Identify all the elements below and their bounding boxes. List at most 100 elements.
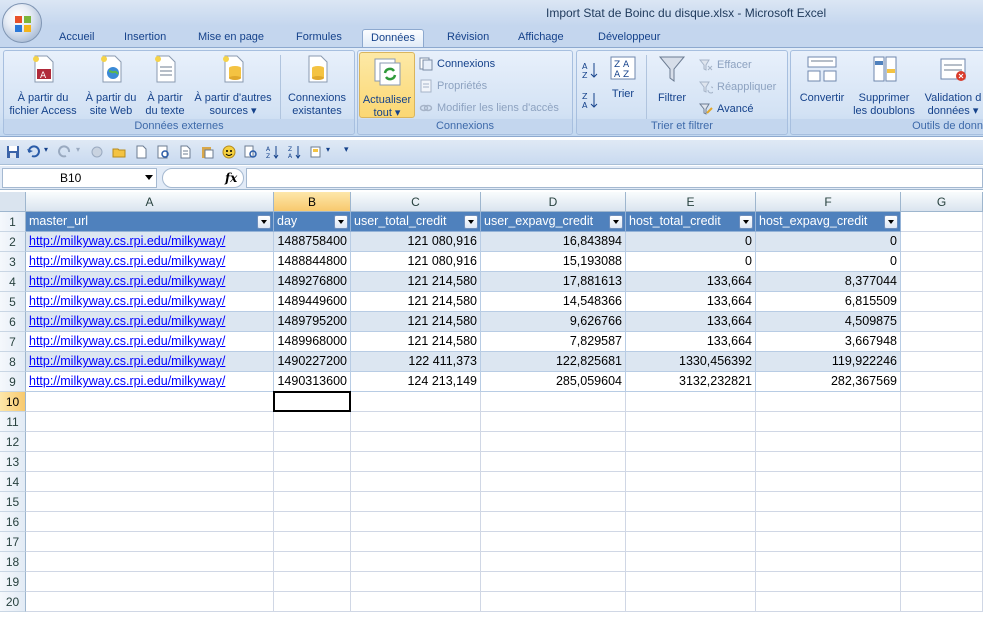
edit-links-button[interactable]: Modifier les liens d'accès [419,99,559,117]
cell[interactable]: 282,367569 [756,372,901,392]
url-link[interactable]: http://milkyway.cs.rpi.edu/milkyway/ [26,272,274,292]
table-header-cell[interactable]: host_total_credit [626,212,756,232]
circle-icon[interactable] [90,145,104,159]
print-preview-icon[interactable] [156,145,170,159]
cell[interactable] [481,452,626,472]
filter-dropdown-icon[interactable] [464,215,478,229]
cell[interactable] [26,512,274,532]
cell[interactable]: 121 214,580 [351,312,481,332]
column-header-b[interactable]: B [274,192,351,212]
tab-mise-en-page[interactable]: Mise en page [190,29,272,48]
cell[interactable] [481,512,626,532]
cell[interactable] [481,492,626,512]
cell[interactable]: 1490227200 [274,352,351,372]
cell[interactable]: 121 214,580 [351,272,481,292]
row-header[interactable]: 8 [0,352,26,372]
cell[interactable] [26,452,274,472]
cell[interactable]: 124 213,149 [351,372,481,392]
cell[interactable] [26,532,274,552]
cell[interactable] [901,492,983,512]
cell[interactable]: 121 214,580 [351,332,481,352]
sort-az-button[interactable]: AZ [582,61,598,79]
sort-descending-icon[interactable]: ZA [288,145,302,159]
url-link[interactable]: http://milkyway.cs.rpi.edu/milkyway/ [26,312,274,332]
cell[interactable] [351,572,481,592]
cell[interactable]: 1488844800 [274,252,351,272]
cell[interactable] [351,492,481,512]
cell[interactable]: 285,059604 [481,372,626,392]
tab-developpeur[interactable]: Développeur [590,29,668,48]
cell[interactable]: 4,509875 [756,312,901,332]
cell[interactable] [901,292,983,312]
find-icon[interactable] [244,145,258,159]
data-validation-button[interactable]: Validation d données ▾ [919,53,983,118]
cell[interactable] [901,412,983,432]
cell[interactable]: 0 [626,252,756,272]
cell[interactable]: 1330,456392 [626,352,756,372]
cell[interactable] [756,392,901,412]
cell[interactable] [626,452,756,472]
paste-icon[interactable] [200,145,214,159]
undo-dropdown-icon[interactable]: ▾ [44,145,58,159]
smiley-icon[interactable] [222,145,236,159]
cell[interactable] [901,232,983,252]
cell[interactable] [756,552,901,572]
cell[interactable]: 1490313600 [274,372,351,392]
cell[interactable] [26,572,274,592]
cell[interactable]: 14,548366 [481,292,626,312]
row-header[interactable]: 17 [0,532,26,552]
clear-button[interactable]: Effacer [699,56,752,74]
cell[interactable] [901,212,983,232]
cell[interactable] [626,472,756,492]
open-folder-icon[interactable] [112,145,126,159]
column-header-g[interactable]: G [901,192,983,212]
cell[interactable] [901,252,983,272]
cell[interactable] [481,532,626,552]
existing-connections-button[interactable]: Connexions existantes [284,53,350,118]
cell[interactable] [901,532,983,552]
cell[interactable] [756,592,901,612]
cell[interactable] [274,592,351,612]
cell[interactable] [481,572,626,592]
from-access-button[interactable]: A À partir du fichier Access [6,53,80,118]
cell[interactable] [756,492,901,512]
url-link[interactable]: http://milkyway.cs.rpi.edu/milkyway/ [26,352,274,372]
save-icon[interactable] [6,145,20,159]
table-header-cell[interactable]: user_expavg_credit [481,212,626,232]
cell[interactable] [26,472,274,492]
cell[interactable] [481,392,626,412]
cell[interactable] [626,512,756,532]
cell[interactable] [901,572,983,592]
cell[interactable] [756,412,901,432]
row-header[interactable]: 9 [0,372,26,392]
cell[interactable]: 0 [756,232,901,252]
cell[interactable]: 16,843894 [481,232,626,252]
cell[interactable]: 0 [756,252,901,272]
cell[interactable] [901,452,983,472]
row-header[interactable]: 12 [0,432,26,452]
cell[interactable]: 7,829587 [481,332,626,352]
cell[interactable] [274,532,351,552]
name-box-dropdown-icon[interactable] [145,175,153,180]
url-link[interactable]: http://milkyway.cs.rpi.edu/milkyway/ [26,292,274,312]
cell[interactable] [274,412,351,432]
advanced-button[interactable]: Avancé [699,100,754,118]
cell[interactable] [626,572,756,592]
cell[interactable] [481,552,626,572]
cell[interactable] [26,552,274,572]
cell[interactable] [481,432,626,452]
cell[interactable]: 122 411,373 [351,352,481,372]
row-header[interactable]: 7 [0,332,26,352]
cell[interactable]: 0 [626,232,756,252]
cell[interactable] [274,512,351,532]
cell[interactable] [901,592,983,612]
cell[interactable] [274,392,351,412]
table-header-cell[interactable]: host_expavg_credit [756,212,901,232]
cell[interactable] [351,432,481,452]
cell[interactable] [26,412,274,432]
row-header[interactable]: 4 [0,272,26,292]
cell[interactable]: 121 080,916 [351,232,481,252]
cell[interactable] [626,432,756,452]
cell[interactable] [351,472,481,492]
cell[interactable] [901,372,983,392]
